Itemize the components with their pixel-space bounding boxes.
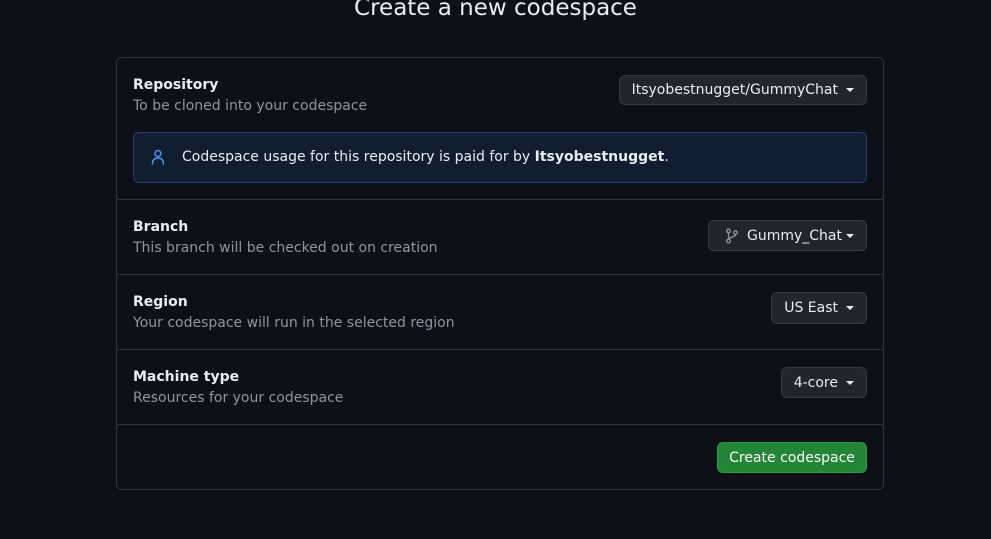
billing-notice-prefix: Codespace usage for this repository is p… xyxy=(182,149,535,165)
billing-notice: Codespace usage for this repository is p… xyxy=(133,132,867,183)
git-branch-icon xyxy=(725,228,739,244)
repository-description: To be cloned into your codespace xyxy=(133,98,368,114)
branch-description: This branch will be checked out on creat… xyxy=(133,240,438,256)
machine-type-description: Resources for your codespace xyxy=(133,390,344,406)
repository-section: Repository To be cloned into your codesp… xyxy=(117,58,883,200)
region-section: Region Your codespace will run in the se… xyxy=(117,275,883,350)
region-select-label: US East xyxy=(784,300,838,316)
branch-title: Branch xyxy=(133,219,189,235)
caret-down-icon xyxy=(846,380,854,385)
caret-down-icon xyxy=(846,233,854,238)
branch-select[interactable]: Gummy_Chat xyxy=(708,220,867,251)
codespace-form-card: Repository To be cloned into your codesp… xyxy=(116,57,884,490)
create-codespace-button[interactable]: Create codespace xyxy=(717,442,867,473)
billing-notice-text: Codespace usage for this repository is p… xyxy=(182,147,669,167)
region-title: Region xyxy=(133,294,188,310)
repository-select-label: Itsyobestnugget/GummyChat xyxy=(631,82,838,98)
machine-type-section: Machine type Resources for your codespac… xyxy=(117,350,883,425)
region-description: Your codespace will run in the selected … xyxy=(133,315,455,331)
repository-select[interactable]: Itsyobestnugget/GummyChat xyxy=(618,75,867,105)
machine-type-title: Machine type xyxy=(133,369,240,385)
machine-type-select[interactable]: 4-core xyxy=(780,367,867,398)
person-icon xyxy=(151,149,165,165)
billing-owner: Itsyobestnugget xyxy=(534,149,665,165)
page-title: Create a new codespace xyxy=(354,0,637,21)
repository-title: Repository xyxy=(133,77,219,93)
branch-section: Branch This branch will be checked out o… xyxy=(117,200,883,275)
machine-type-select-label: 4-core xyxy=(793,374,838,391)
region-select[interactable]: US East xyxy=(771,292,867,324)
billing-notice-suffix: . xyxy=(664,149,669,165)
caret-down-icon xyxy=(846,306,854,310)
caret-down-icon xyxy=(846,88,854,92)
branch-select-label: Gummy_Chat xyxy=(747,227,842,244)
